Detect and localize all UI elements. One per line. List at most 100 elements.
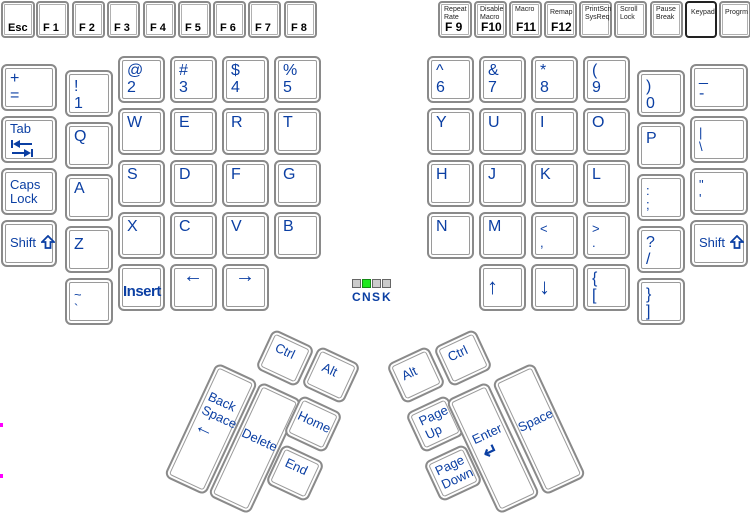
key-g[interactable]: G xyxy=(274,160,321,207)
key-label: Tab xyxy=(10,121,31,136)
key-caption: PrintScn SysReq xyxy=(585,6,612,21)
key-label: E xyxy=(179,114,190,131)
f2-key[interactable]: F 2 xyxy=(72,1,105,38)
key-f[interactable]: F xyxy=(222,160,269,207)
pause-break-key[interactable]: Pause Break xyxy=(650,1,683,38)
f3-key[interactable]: F 3 xyxy=(107,1,140,38)
key-u[interactable]: U xyxy=(479,108,526,155)
key-label: Q xyxy=(74,128,87,145)
key-caption: Progrm xyxy=(725,9,748,16)
key-label: Shift xyxy=(699,235,726,250)
down-arrow-icon: ↓ xyxy=(539,274,550,299)
keypad-key[interactable]: Keypad xyxy=(685,1,717,38)
indicator-label-s: S xyxy=(372,290,381,304)
semicolon-key[interactable]: : ; xyxy=(637,174,685,221)
key-q[interactable]: Q xyxy=(65,122,113,169)
key-e[interactable]: E xyxy=(170,108,217,155)
key-t[interactable]: T xyxy=(274,108,321,155)
left-bracket-key[interactable]: { [ xyxy=(583,264,630,311)
key-y[interactable]: Y xyxy=(427,108,474,155)
key-3[interactable]: # 3 xyxy=(170,56,217,103)
f4-key[interactable]: F 4 xyxy=(143,1,176,38)
tab-key[interactable]: Tab xyxy=(1,116,57,163)
key-z[interactable]: Z xyxy=(65,226,113,273)
key-label: Z xyxy=(74,236,84,253)
left-shift-key[interactable]: Shift xyxy=(1,220,57,267)
f5-key[interactable]: F 5 xyxy=(178,1,211,38)
edge-marker xyxy=(0,474,3,478)
backspace-arrow-icon: ← xyxy=(191,414,219,443)
key-tilde[interactable]: ~ ` xyxy=(65,278,113,325)
key-label: H xyxy=(436,166,448,183)
key-caption: Keypad xyxy=(691,9,715,16)
key-label: End xyxy=(282,454,311,479)
key-label: J xyxy=(488,166,496,183)
key-label: | \ xyxy=(699,125,703,154)
key-b[interactable]: B xyxy=(274,212,321,259)
key-label: ( 9 xyxy=(592,62,601,96)
slash-key[interactable]: ? / xyxy=(637,226,685,273)
key-n[interactable]: N xyxy=(427,212,474,259)
plus-equal-key[interactable]: + = xyxy=(1,64,57,111)
key-4[interactable]: $ 4 xyxy=(222,56,269,103)
key-c[interactable]: C xyxy=(170,212,217,259)
key-m[interactable]: M xyxy=(479,212,526,259)
key-9[interactable]: ( 9 xyxy=(583,56,630,103)
esc-key[interactable]: Esc xyxy=(1,1,35,38)
key-label: F12 xyxy=(551,20,572,34)
key-x[interactable]: X xyxy=(118,212,165,259)
key-label: @ 2 xyxy=(127,62,144,96)
key-w[interactable]: W xyxy=(118,108,165,155)
key-s[interactable]: S xyxy=(118,160,165,207)
key-h[interactable]: H xyxy=(427,160,474,207)
up-arrow-key[interactable]: ↑ xyxy=(479,264,526,311)
key-j[interactable]: J xyxy=(479,160,526,207)
key-label: Space xyxy=(515,405,556,435)
key-p[interactable]: P xyxy=(637,122,685,169)
right-arrow-icon: → xyxy=(235,265,255,287)
f1-key[interactable]: F 1 xyxy=(36,1,69,38)
right-shift-key[interactable]: Shift xyxy=(690,220,748,267)
key-k[interactable]: K xyxy=(531,160,578,207)
key-v[interactable]: V xyxy=(222,212,269,259)
key-label: Page Down xyxy=(432,452,476,493)
f9-repeat-rate-key[interactable]: Repeat Rate F 9 xyxy=(438,1,472,38)
key-6[interactable]: ^ 6 xyxy=(427,56,474,103)
caps-lock-key[interactable]: Caps Lock xyxy=(1,168,57,215)
key-label: C xyxy=(179,218,191,235)
printscreen-key[interactable]: PrintScn SysReq xyxy=(579,1,612,38)
key-0[interactable]: ) 0 xyxy=(637,70,685,117)
key-5[interactable]: % 5 xyxy=(274,56,321,103)
key-d[interactable]: D xyxy=(170,160,217,207)
minus-key[interactable]: _ - xyxy=(690,64,748,111)
backslash-key[interactable]: | \ xyxy=(690,116,748,163)
key-8[interactable]: * 8 xyxy=(531,56,578,103)
key-o[interactable]: O xyxy=(583,108,630,155)
f7-key[interactable]: F 7 xyxy=(248,1,281,38)
f8-key[interactable]: F 8 xyxy=(284,1,317,38)
key-i[interactable]: I xyxy=(531,108,578,155)
key-2[interactable]: @ 2 xyxy=(118,56,165,103)
key-l[interactable]: L xyxy=(583,160,630,207)
left-arrow-key[interactable]: ← xyxy=(170,264,217,311)
period-key[interactable]: > . xyxy=(583,212,630,259)
comma-key[interactable]: < , xyxy=(531,212,578,259)
f11-macro-key[interactable]: Macro F11 xyxy=(509,1,542,38)
shift-arrow-icon xyxy=(730,235,744,249)
scroll-lock-key[interactable]: Scroll Lock xyxy=(614,1,647,38)
f10-disable-macro-key[interactable]: Disable Macro F10 xyxy=(474,1,507,38)
f6-key[interactable]: F 6 xyxy=(213,1,246,38)
quote-key[interactable]: " ' xyxy=(690,168,748,215)
key-7[interactable]: & 7 xyxy=(479,56,526,103)
down-arrow-key[interactable]: ↓ xyxy=(531,264,578,311)
key-label: K xyxy=(540,166,551,183)
key-r[interactable]: R xyxy=(222,108,269,155)
f12-remap-key[interactable]: Remap F12 xyxy=(544,1,577,38)
right-arrow-key[interactable]: → xyxy=(222,264,269,311)
insert-key[interactable]: Insert xyxy=(118,264,165,311)
right-bracket-key[interactable]: } ] xyxy=(637,278,685,325)
program-key[interactable]: Progrm xyxy=(719,1,750,38)
key-label: Esc xyxy=(8,22,28,34)
key-a[interactable]: A xyxy=(65,174,113,221)
key-1[interactable]: ! 1 xyxy=(65,70,113,117)
